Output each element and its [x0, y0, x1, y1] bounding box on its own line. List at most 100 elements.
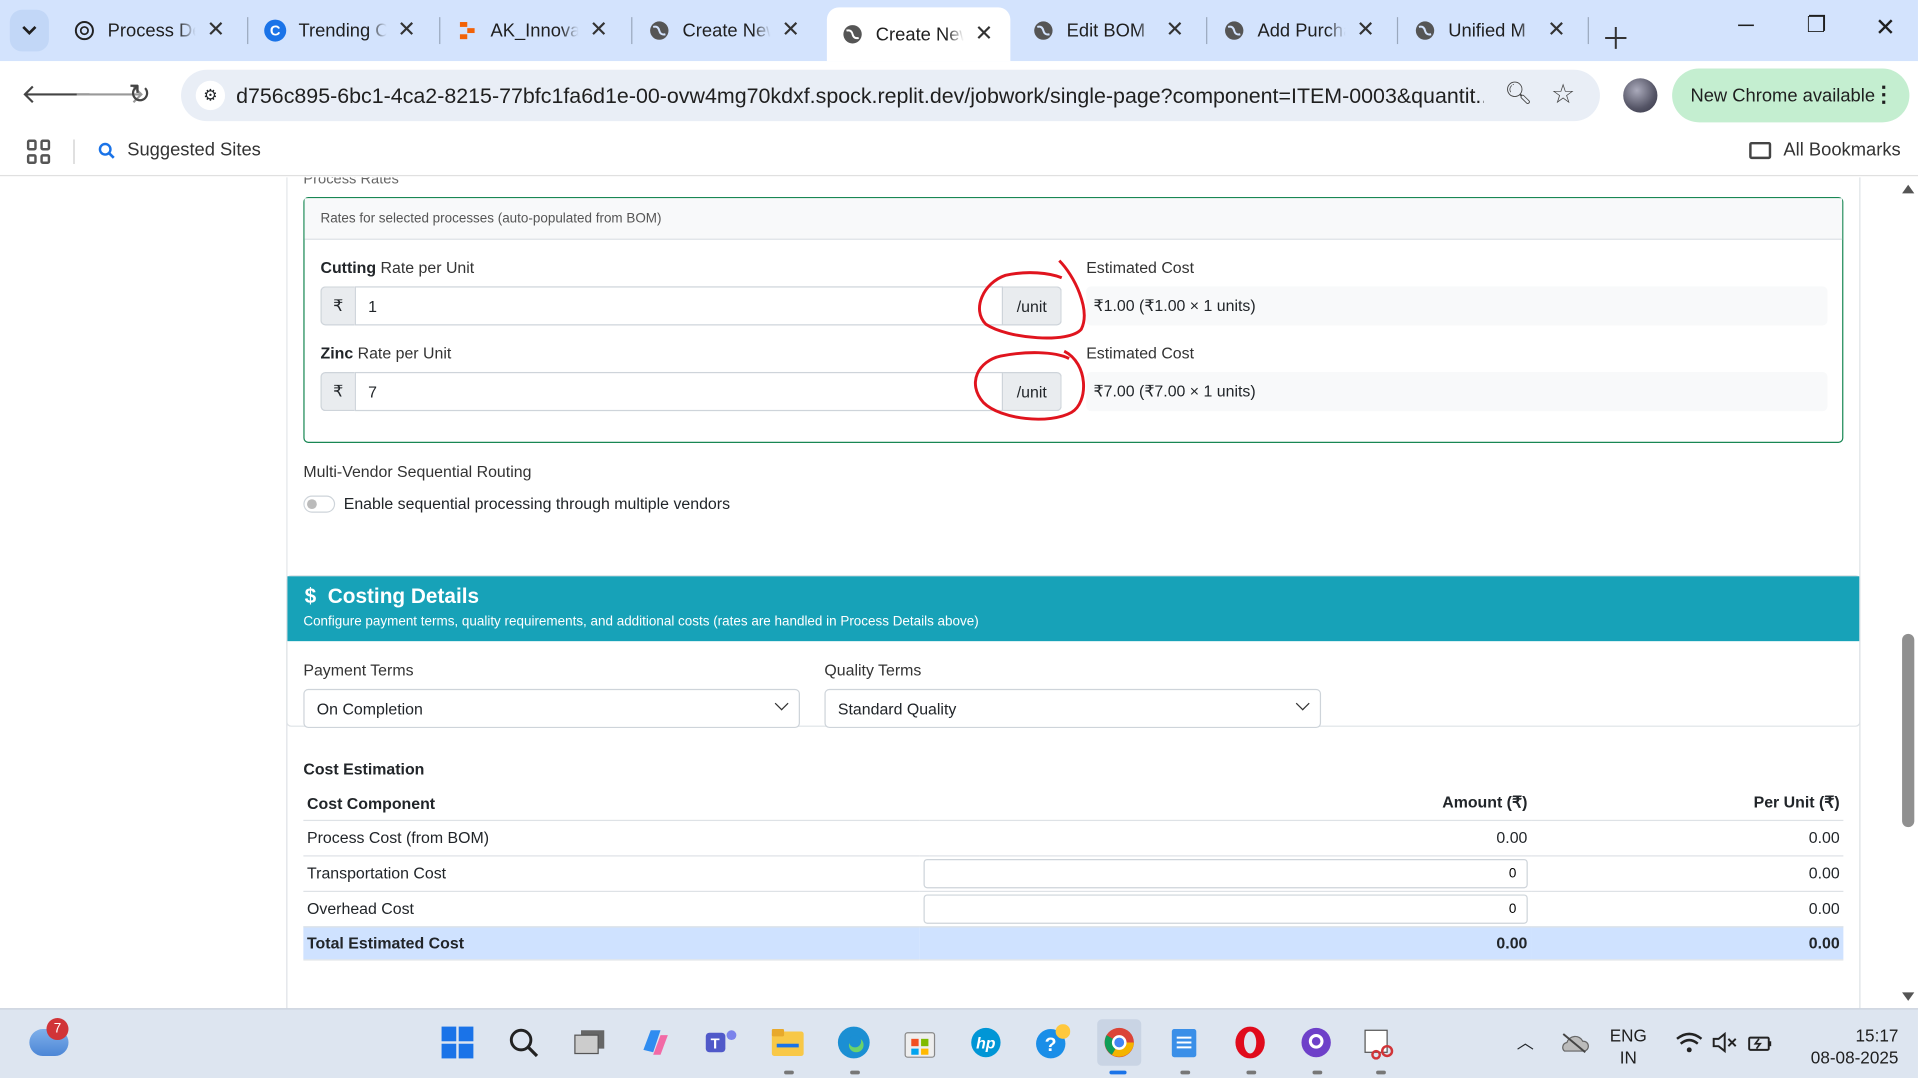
column-header: Amount (₹) — [919, 786, 1532, 821]
language-indicator[interactable]: ENG IN — [1610, 1024, 1647, 1068]
running-indicator — [1246, 1070, 1257, 1075]
running-indicator — [1312, 1070, 1323, 1075]
sequential-routing-label[interactable]: Enable sequential processing through mul… — [344, 494, 730, 512]
page-scrollbar[interactable] — [1898, 177, 1918, 1009]
copilot-icon[interactable] — [637, 1024, 674, 1061]
more-vert-icon[interactable]: ⋮ — [1873, 82, 1895, 108]
payment-terms-value: On Completion — [316, 699, 423, 719]
tab-title: Unified M — [1448, 20, 1526, 41]
clock-date: 08-08-2025 — [1810, 1047, 1899, 1067]
zinc-estimated-cost: ₹7.00 (₹7.00 × 1 units) — [1086, 371, 1828, 412]
process-rates-header: Rates for selected processes (auto-popul… — [304, 198, 1843, 240]
chrome-icon[interactable] — [1097, 1019, 1142, 1066]
globe-icon — [648, 20, 670, 42]
running-indicator — [784, 1070, 794, 1075]
close-icon[interactable]: ✕ — [589, 17, 607, 43]
transportation-cost-input[interactable] — [923, 858, 1528, 888]
running-indicator — [850, 1070, 860, 1075]
tab-search-button[interactable] — [9, 9, 49, 52]
windows-start-icon[interactable] — [439, 1024, 476, 1061]
sequential-routing-toggle[interactable] — [303, 495, 336, 513]
tab-divider — [439, 17, 441, 45]
payment-terms-label: Payment Terms — [303, 660, 414, 680]
close-icon[interactable]: ✕ — [782, 17, 800, 43]
reload-icon[interactable]: ↻ — [128, 78, 151, 110]
edge-icon[interactable] — [835, 1024, 872, 1061]
rupee-prefix: ₹ — [320, 371, 355, 412]
bookmark-suggested-sites[interactable]: Suggested Sites — [98, 139, 261, 160]
bookmark-divider — [73, 139, 75, 164]
costing-title-text: Costing Details — [327, 584, 480, 609]
clock[interactable]: 15:17 08-08-2025 — [1793, 1024, 1899, 1068]
url-text[interactable]: d756c895-6bc1-4ca2-8215-77bfc1fa6d1e-00-… — [236, 83, 1484, 109]
notepad-icon[interactable] — [1166, 1024, 1203, 1061]
tab-create-new-active[interactable]: Create New ✕ — [826, 7, 1011, 62]
battery-charging-icon[interactable] — [1742, 1024, 1779, 1061]
tab-unified[interactable]: Unified M ✕ — [1399, 7, 1582, 53]
cost-amount: 0.00 — [919, 819, 1532, 856]
snipping-tool-icon[interactable] — [1361, 1024, 1398, 1061]
tab-divider — [247, 17, 249, 45]
help-icon[interactable]: ? — [1034, 1024, 1071, 1061]
tab-title: Add Purchase — [1257, 20, 1345, 41]
wifi-icon[interactable] — [1671, 1024, 1708, 1061]
hp-icon[interactable]: hp — [968, 1024, 1005, 1061]
process-name: Cutting — [320, 258, 377, 277]
opera-icon[interactable] — [1232, 1024, 1269, 1061]
address-bar[interactable]: ⚙ d756c895-6bc1-4ca2-8215-77bfc1fa6d1e-0… — [181, 69, 1600, 122]
task-view-icon[interactable] — [571, 1024, 608, 1061]
table-header-row: Cost Component Amount (₹) Per Unit (₹) — [303, 786, 1844, 821]
close-icon[interactable]: ✕ — [207, 17, 225, 43]
costing-subtitle: Configure payment terms, quality require… — [303, 614, 979, 629]
new-chrome-available-button[interactable]: New Chrome available ⋮ — [1672, 68, 1910, 123]
tab-add-purchase[interactable]: Add Purchase ✕ — [1209, 7, 1392, 53]
scrollbar-thumb[interactable] — [1902, 633, 1915, 828]
apps-grid-icon[interactable] — [26, 139, 51, 164]
microsoft-store-icon[interactable] — [901, 1024, 938, 1061]
clock-time: 15:17 — [1855, 1025, 1899, 1045]
all-bookmarks-button[interactable]: All Bookmarks — [1749, 139, 1901, 160]
new-tab-plus-icon[interactable]: ＋ — [1601, 15, 1630, 58]
scroll-up-arrow-icon[interactable] — [1902, 184, 1915, 194]
amount-cell — [919, 855, 1532, 892]
process-rates-title: Process Rates — [303, 177, 399, 188]
scroll-down-arrow-icon[interactable] — [1902, 992, 1915, 1001]
restore-icon[interactable]: ❐ — [1807, 12, 1827, 38]
zinc-rate-input[interactable]: 7 — [354, 371, 1004, 412]
tab-ak-innovations[interactable]: AK_Innovations ✕ — [442, 7, 625, 53]
close-icon[interactable]: ✕ — [975, 21, 993, 47]
tray-chevron-up-icon[interactable]: ︿ — [1507, 1024, 1544, 1061]
zoom-icon[interactable]: 🔍︎ — [1505, 81, 1533, 107]
search-icon[interactable] — [505, 1024, 542, 1061]
close-window-icon[interactable]: ✕ — [1875, 12, 1896, 43]
minimize-icon[interactable]: ─ — [1738, 12, 1754, 38]
tab-process-details[interactable]: Process Details ✕ — [59, 7, 242, 53]
tab-title: AK_Innovations — [490, 20, 579, 41]
rate-label-suffix: Rate per Unit — [353, 343, 452, 363]
tab-edit-bom[interactable]: Edit BOM ✕ — [1018, 7, 1201, 53]
tab-divider — [1396, 17, 1399, 45]
estimated-cost-label: Estimated Cost — [1086, 343, 1195, 363]
tab-trending[interactable]: C Trending C ✕ — [250, 7, 433, 53]
rate-label-suffix: Rate per Unit — [376, 258, 475, 277]
close-icon[interactable]: ✕ — [1547, 17, 1565, 43]
close-icon[interactable]: ✕ — [397, 17, 415, 43]
close-icon[interactable]: ✕ — [1356, 17, 1374, 43]
quality-terms-select[interactable]: Standard Quality — [824, 688, 1322, 729]
close-icon[interactable]: ✕ — [1166, 17, 1184, 43]
profile-avatar[interactable] — [1623, 78, 1658, 113]
column-header: Per Unit (₹) — [1531, 786, 1844, 821]
teams-icon[interactable]: T — [703, 1024, 740, 1061]
payment-terms-select[interactable]: On Completion — [303, 688, 800, 729]
github-icon[interactable] — [1298, 1024, 1335, 1061]
overhead-cost-input[interactable] — [923, 893, 1528, 924]
site-info-icon[interactable]: ⚙ — [195, 80, 226, 111]
costing-details-header: $ Costing Details Configure payment term… — [287, 576, 1860, 642]
cutting-rate-input[interactable]: 1 — [354, 286, 1004, 326]
tab-create-new-1[interactable]: Create New ✕ — [634, 7, 817, 53]
bookmark-star-icon[interactable]: ☆ — [1551, 78, 1575, 110]
onedrive-icon[interactable] — [1556, 1024, 1593, 1061]
speaker-muted-icon[interactable] — [1706, 1024, 1743, 1061]
file-explorer-icon[interactable] — [769, 1024, 806, 1061]
cost-per-unit: 0.00 — [1531, 819, 1844, 856]
